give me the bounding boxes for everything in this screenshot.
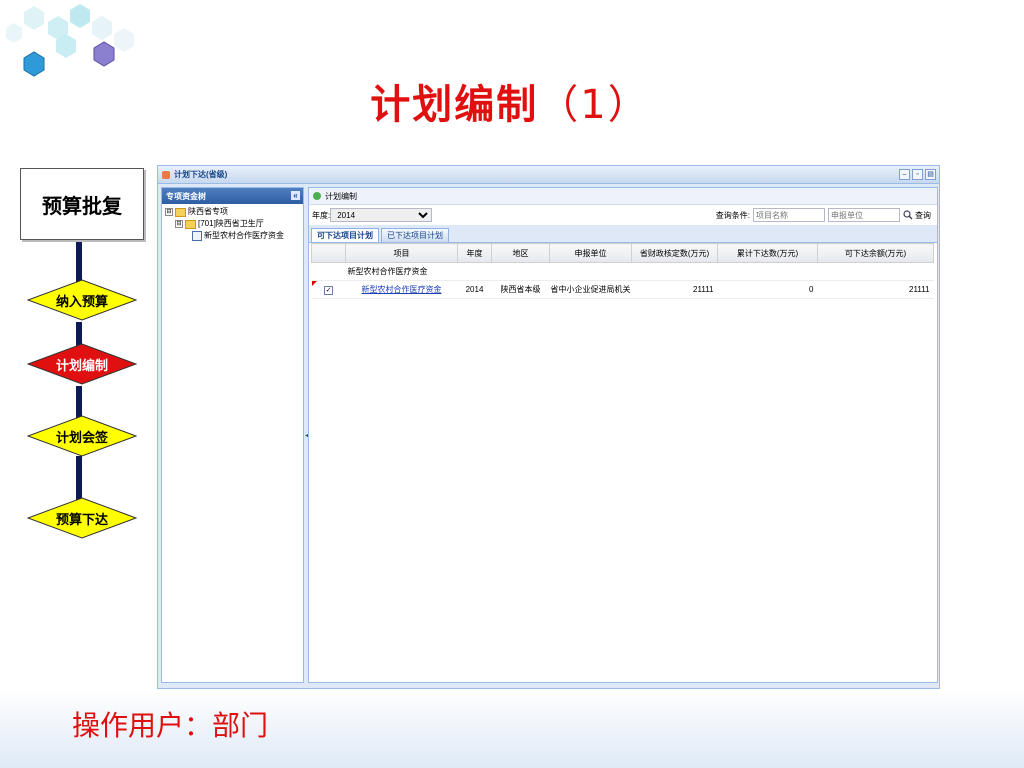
minimize-icon[interactable]: – xyxy=(899,169,910,180)
flow-step-plan-compile: 计划编制 xyxy=(26,342,138,386)
flow-step-label: 计划会签 xyxy=(55,430,108,446)
app-icon xyxy=(162,170,170,179)
panel-header: 计划编制 xyxy=(309,188,937,205)
flow-step-include-budget: 纳入预算 xyxy=(26,278,138,322)
tree-node-rural-coop-fund[interactable]: 新型农村合作医疗资金 xyxy=(162,230,303,242)
tree-node-shaanxi[interactable]: ⊟ 陕西省专项 xyxy=(162,206,303,218)
collapse-toggle-icon[interactable]: ⊟ xyxy=(165,208,173,216)
cell-region: 陕西省本级 xyxy=(491,280,550,299)
tree-node-health-dept[interactable]: ⊟ [701]陕西省卫生厅 xyxy=(162,218,303,230)
year-label: 年度: xyxy=(312,210,331,220)
tree-node-label: 新型农村合作医疗资金 xyxy=(204,231,284,240)
cell-project: 新型农村合作医疗资金 xyxy=(345,280,458,299)
group-row: 新型农村合作医疗资金 xyxy=(311,262,934,281)
flow-step-budget-issue: 预算下达 xyxy=(26,496,138,540)
window-title: 计划下达(省级) xyxy=(174,170,228,179)
table-row[interactable]: ✓ 新型农村合作医疗资金 2014 陕西省本级 省中小企业促进局机关 21111… xyxy=(311,280,934,299)
project-name-input[interactable] xyxy=(753,208,825,222)
window-titlebar: 计划下达(省级) xyxy=(158,166,939,184)
collapse-icon[interactable]: « xyxy=(291,191,300,200)
search-button[interactable]: 查询 xyxy=(903,210,931,221)
search-icon xyxy=(903,210,913,220)
flow-step-label: 计划编制 xyxy=(55,358,108,374)
operator-caption: 操作用户：部门 xyxy=(72,709,269,742)
fund-tree-title: 专项资金树 xyxy=(166,191,206,201)
window-controls: – ▫ ▤ xyxy=(899,169,936,180)
tree-node-label: 陕西省专项 xyxy=(188,207,228,216)
document-icon xyxy=(192,231,202,241)
tab-issuable-plans[interactable]: 可下达项目计划 xyxy=(311,228,379,242)
tab-issued-plans[interactable]: 已下达项目计划 xyxy=(381,228,449,242)
cell-unit: 省中小企业促进局机关 xyxy=(549,280,632,299)
dirty-marker xyxy=(311,281,317,286)
collapse-toggle-icon[interactable]: ⊟ xyxy=(175,220,183,228)
flow-step-label: 纳入预算 xyxy=(55,294,108,310)
column-header xyxy=(311,243,346,263)
column-header-region[interactable]: 地区 xyxy=(491,243,550,263)
flow-step-label: 预算批复 xyxy=(42,193,122,218)
column-header-issued[interactable]: 累计下达数(万元) xyxy=(717,243,818,263)
query-conditions: 查询条件: 查询 xyxy=(716,208,931,222)
flow-step-label: 预算下达 xyxy=(55,512,108,528)
project-link[interactable]: 新型农村合作医疗资金 xyxy=(362,285,442,294)
cell-issued: 0 xyxy=(717,280,818,299)
fund-tree-header: 专项资金树 « xyxy=(162,188,303,204)
plan-compile-panel: 计划编制 年度: 2014 查询条件: 查询 可下达项目计划 已下达项目计划 xyxy=(308,187,938,683)
row-checkbox[interactable]: ✓ xyxy=(324,285,333,295)
column-header-unit[interactable]: 申报单位 xyxy=(549,243,632,263)
slide-title: 计划编制（1） xyxy=(0,72,1024,130)
folder-icon xyxy=(185,219,196,229)
process-flow: 预算批复 纳入预算 计划编制 计划会签 预算下达 xyxy=(0,160,160,720)
column-header-approved[interactable]: 省财政核定数(万元) xyxy=(631,243,718,263)
cell-year: 2014 xyxy=(457,280,492,299)
query-label: 查询条件: xyxy=(715,210,750,220)
flow-step-budget-approval: 预算批复 xyxy=(20,168,144,240)
cell-balance: 21111 xyxy=(817,280,934,299)
tree-node-label: [701]陕西省卫生厅 xyxy=(198,219,264,228)
slide-title-text: 计划编制 xyxy=(370,82,539,128)
maximize-icon[interactable]: ▤ xyxy=(925,169,936,180)
plan-grid: 项目 年度 地区 申报单位 省财政核定数(万元) 累计下达数(万元) 可下达余额… xyxy=(311,243,934,299)
plan-icon xyxy=(313,192,321,200)
flow-step-plan-countersign: 计划会签 xyxy=(26,414,138,458)
cell-approved: 21111 xyxy=(631,280,718,299)
app-window: 计划下达(省级) – ▫ ▤ 专项资金树 « ⊟ 陕西省专项 ⊟ [701]陕西… xyxy=(157,165,940,689)
slide-title-number: （1） xyxy=(538,82,650,128)
restore-icon[interactable]: ▫ xyxy=(912,169,923,180)
column-header-year[interactable]: 年度 xyxy=(457,243,492,263)
column-header-balance[interactable]: 可下达余额(万元) xyxy=(817,243,934,263)
search-label: 查询 xyxy=(915,210,931,220)
year-select[interactable]: 2014 xyxy=(330,208,433,222)
folder-icon xyxy=(175,207,186,217)
panel-title: 计划编制 xyxy=(325,191,357,201)
declaring-unit-input[interactable] xyxy=(828,208,900,222)
group-label: 新型农村合作医疗资金 xyxy=(311,262,934,281)
grid-header-row: 项目 年度 地区 申报单位 省财政核定数(万元) 累计下达数(万元) 可下达余额… xyxy=(311,243,934,263)
fund-tree-panel: 专项资金树 « ⊟ 陕西省专项 ⊟ [701]陕西省卫生厅 新型农村合作医疗资金 xyxy=(161,187,304,683)
column-header-project[interactable]: 项目 xyxy=(345,243,458,263)
tab-strip: 可下达项目计划 已下达项目计划 xyxy=(309,225,937,243)
query-toolbar: 年度: 2014 查询条件: 查询 xyxy=(309,205,937,225)
row-check-cell: ✓ xyxy=(311,280,346,299)
